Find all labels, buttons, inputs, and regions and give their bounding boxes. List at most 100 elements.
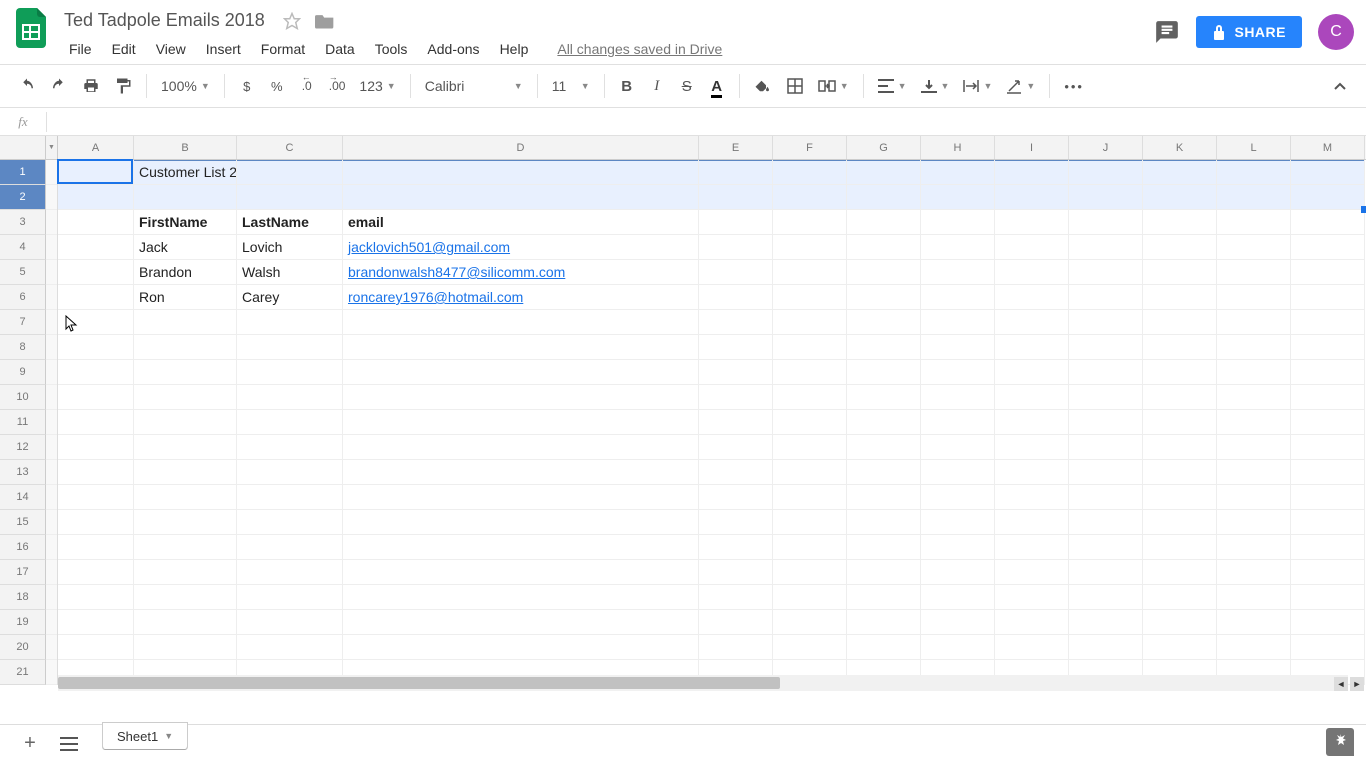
column-header-B[interactable]: B [134, 136, 237, 159]
scrollbar-thumb[interactable] [58, 677, 780, 689]
row-header-21[interactable]: 21 [0, 660, 46, 685]
cell-C3[interactable]: LastName [237, 210, 343, 235]
share-button[interactable]: SHARE [1196, 16, 1302, 48]
decrease-decimal-button[interactable]: .0← [293, 71, 321, 101]
column-header-C[interactable]: C [237, 136, 343, 159]
bold-button[interactable]: B [613, 71, 641, 101]
italic-button[interactable]: I [643, 71, 671, 101]
column-header-L[interactable]: L [1217, 136, 1291, 159]
cell-D4[interactable]: jacklovich501@gmail.com [343, 235, 699, 260]
row-header-6[interactable]: 6 [0, 285, 46, 310]
add-sheet-button[interactable]: + [18, 732, 42, 755]
cell-B1[interactable]: Customer List 2018 [134, 160, 237, 185]
row-header-8[interactable]: 8 [0, 335, 46, 360]
text-rotation-button[interactable]: ▼ [1000, 74, 1041, 98]
cell-B4[interactable]: Jack [134, 235, 237, 260]
print-button[interactable] [76, 71, 106, 101]
column-header-G[interactable]: G [847, 136, 921, 159]
horizontal-scrollbar[interactable] [58, 675, 1348, 691]
document-title[interactable]: Ted Tadpole Emails 2018 [60, 8, 269, 33]
row-header-20[interactable]: 20 [0, 635, 46, 660]
collapse-toolbar-button[interactable] [1326, 71, 1354, 101]
cell-D5[interactable]: brandonwalsh8477@silicomm.com [343, 260, 699, 285]
row-header-9[interactable]: 9 [0, 360, 46, 385]
currency-button[interactable]: $ [233, 71, 261, 101]
fill-color-button[interactable] [748, 71, 778, 101]
number-format-dropdown[interactable]: 123▼ [353, 74, 401, 98]
scroll-left-button[interactable]: ◄ [1334, 677, 1348, 691]
row-header-7[interactable]: 7 [0, 310, 46, 335]
cell-B3[interactable]: FirstName [134, 210, 237, 235]
text-wrap-button[interactable]: ▼ [957, 75, 998, 97]
column-header-J[interactable]: J [1069, 136, 1143, 159]
row-header-19[interactable]: 19 [0, 610, 46, 635]
row-header-16[interactable]: 16 [0, 535, 46, 560]
explore-button[interactable] [1326, 728, 1354, 756]
font-size-dropdown[interactable]: 11▼ [546, 74, 596, 98]
select-all-corner[interactable] [0, 136, 46, 159]
menu-file[interactable]: File [60, 37, 101, 61]
row-header-10[interactable]: 10 [0, 385, 46, 410]
menu-data[interactable]: Data [316, 37, 364, 61]
folder-icon[interactable] [315, 12, 335, 30]
grid-cells[interactable]: Customer List 2018 FirstNameLastNameemail… [58, 160, 1365, 685]
comments-icon[interactable] [1154, 19, 1180, 45]
row-header-15[interactable]: 15 [0, 510, 46, 535]
row-header-17[interactable]: 17 [0, 560, 46, 585]
menu-tools[interactable]: Tools [366, 37, 417, 61]
cell-C6[interactable]: Carey [237, 285, 343, 310]
cell-D6[interactable]: roncarey1976@hotmail.com [343, 285, 699, 310]
all-sheets-button[interactable] [60, 737, 84, 751]
cell-C5[interactable]: Walsh [237, 260, 343, 285]
row-header-12[interactable]: 12 [0, 435, 46, 460]
column-header-I[interactable]: I [995, 136, 1069, 159]
cell-B5[interactable]: Brandon [134, 260, 237, 285]
column-header-K[interactable]: K [1143, 136, 1217, 159]
cell-B6[interactable]: Ron [134, 285, 237, 310]
strikethrough-button[interactable]: S [673, 71, 701, 101]
undo-button[interactable] [12, 71, 42, 101]
column-header-A[interactable]: A [58, 136, 134, 159]
cell-C4[interactable]: Lovich [237, 235, 343, 260]
menu-view[interactable]: View [147, 37, 195, 61]
percent-button[interactable]: % [263, 71, 291, 101]
star-icon[interactable] [283, 12, 301, 30]
avatar[interactable]: C [1318, 14, 1354, 50]
column-header-D[interactable]: D [343, 136, 699, 159]
column-header-E[interactable]: E [699, 136, 773, 159]
sheet-tab[interactable]: Sheet1 ▼ [102, 722, 188, 750]
column-header-M[interactable]: M [1291, 136, 1365, 159]
column-header-F[interactable]: F [773, 136, 847, 159]
row-header-11[interactable]: 11 [0, 410, 46, 435]
row-header-1[interactable]: 1 [0, 160, 46, 185]
increase-decimal-button[interactable]: .00→ [323, 71, 352, 101]
row-header-13[interactable]: 13 [0, 460, 46, 485]
more-toolbar-button[interactable]: ••• [1058, 71, 1090, 101]
row-header-18[interactable]: 18 [0, 585, 46, 610]
paint-format-button[interactable] [108, 71, 138, 101]
row-header-2[interactable]: 2 [0, 185, 46, 210]
menu-addons[interactable]: Add-ons [418, 37, 488, 61]
menu-help[interactable]: Help [491, 37, 538, 61]
font-dropdown[interactable]: Calibri▼ [419, 74, 529, 98]
row-header-14[interactable]: 14 [0, 485, 46, 510]
horizontal-align-button[interactable]: ▼ [872, 75, 913, 97]
sheet-tab-menu-icon[interactable]: ▼ [164, 731, 173, 741]
text-color-button[interactable]: A [703, 71, 731, 101]
column-header-H[interactable]: H [921, 136, 995, 159]
row-dropdown-gutter[interactable]: ▼ [46, 136, 58, 159]
cell-D3[interactable]: email [343, 210, 699, 235]
row-header-5[interactable]: 5 [0, 260, 46, 285]
borders-button[interactable] [780, 71, 810, 101]
menu-edit[interactable]: Edit [103, 37, 145, 61]
merge-cells-button[interactable]: ▼ [812, 73, 855, 99]
formula-input[interactable] [47, 108, 1366, 135]
row-header-4[interactable]: 4 [0, 235, 46, 260]
row-header-3[interactable]: 3 [0, 210, 46, 235]
redo-button[interactable] [44, 71, 74, 101]
scroll-right-button[interactable]: ► [1350, 677, 1364, 691]
menu-insert[interactable]: Insert [197, 37, 250, 61]
drive-save-status[interactable]: All changes saved in Drive [557, 41, 722, 57]
menu-format[interactable]: Format [252, 37, 314, 61]
sheets-app-icon[interactable] [12, 8, 52, 48]
